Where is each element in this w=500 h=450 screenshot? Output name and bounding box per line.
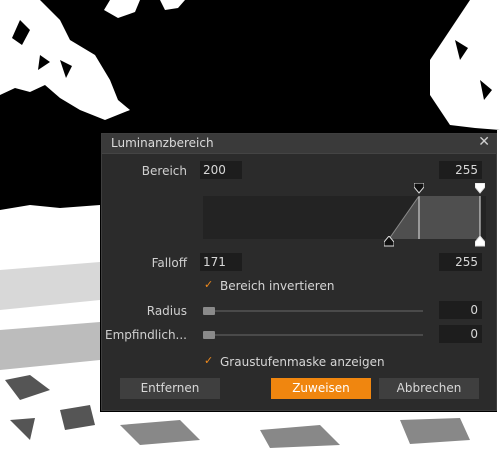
invert-range-checkbox[interactable]: ✓ — [204, 279, 214, 290]
falloff-low-handle[interactable] — [384, 236, 394, 247]
dialog-titlebar[interactable]: Luminanzbereich ✕ — [102, 134, 496, 154]
close-icon[interactable]: ✕ — [478, 134, 490, 150]
luminance-range-dialog: Luminanzbereich ✕ Bereich 200 255 Fallof… — [101, 133, 497, 411]
range-curve — [388, 195, 481, 240]
range-label: Bereich — [141, 164, 187, 178]
sensitivity-label: Empfindlich... — [105, 328, 187, 342]
falloff-low-input[interactable]: 171 — [200, 253, 242, 271]
apply-button[interactable]: Zuweisen — [271, 378, 371, 399]
range-high-input[interactable]: 255 — [439, 161, 482, 179]
sensitivity-slider-thumb[interactable] — [203, 331, 215, 339]
remove-button[interactable]: Entfernen — [120, 378, 220, 399]
range-low-input[interactable]: 200 — [200, 161, 242, 179]
show-grayscale-mask-checkbox[interactable]: ✓ — [204, 355, 214, 366]
sensitivity-slider-track[interactable] — [203, 334, 423, 336]
range-high-handle[interactable] — [475, 183, 485, 194]
cancel-button[interactable]: Abbrechen — [379, 378, 479, 399]
range-low-handle[interactable] — [414, 183, 424, 194]
invert-range-label: Bereich invertieren — [220, 279, 335, 293]
dialog-title: Luminanzbereich — [111, 136, 214, 150]
radius-value-input[interactable]: 0 — [439, 301, 482, 319]
radius-slider-track[interactable] — [203, 310, 423, 312]
luminance-range-graph[interactable] — [203, 195, 486, 240]
show-grayscale-mask-label: Graustufenmaske anzeigen — [220, 355, 385, 369]
sensitivity-value-input[interactable]: 0 — [439, 325, 482, 343]
falloff-high-handle[interactable] — [475, 236, 485, 247]
radius-label: Radius — [146, 304, 187, 318]
falloff-label: Falloff — [151, 256, 187, 270]
falloff-high-input[interactable]: 255 — [439, 253, 482, 271]
radius-slider-thumb[interactable] — [203, 307, 215, 315]
